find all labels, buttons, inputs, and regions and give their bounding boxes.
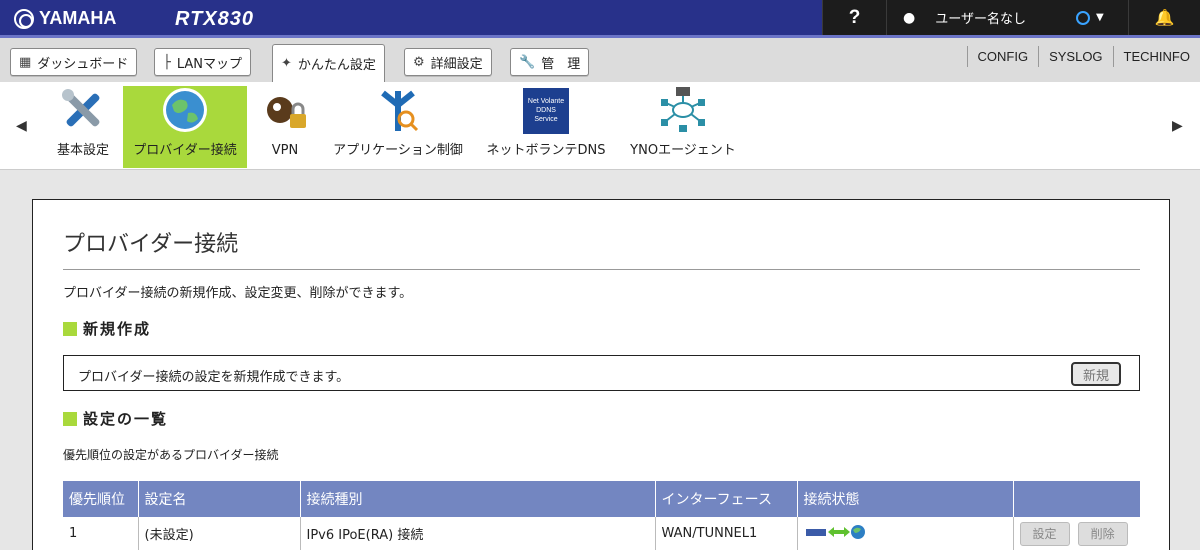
ddns-icon: Net Volante DDNS Service bbox=[516, 86, 576, 135]
submenu-label: ネットボランテDNS bbox=[486, 143, 606, 158]
user-name: ユーザー名なし bbox=[935, 12, 1026, 27]
tab-label: かんたん設定 bbox=[297, 58, 376, 73]
submenu-label: VPN bbox=[271, 143, 299, 158]
lan-map-icon: ├ bbox=[163, 54, 171, 70]
sub-menu: ◀ 基本設定 プロバイダー接続 VPN アプリケーション制御 Net Volan… bbox=[0, 82, 1200, 170]
column-header: 設定名 bbox=[138, 481, 301, 517]
provider-table: 優先順位 設定名 接続種別 インターフェース 接続状態 1 (未設定) IPv6… bbox=[63, 481, 1140, 550]
ddns-badge-line: Service bbox=[534, 116, 558, 123]
section-heading-list: 設定の一覧 bbox=[63, 408, 168, 429]
tab-label: LANマップ bbox=[176, 56, 242, 72]
submenu-label: アプリケーション制御 bbox=[333, 143, 463, 158]
delete-button[interactable]: 削除 bbox=[1077, 521, 1128, 546]
brand-logo: YAMAHA bbox=[14, 8, 116, 29]
ddns-badge-line: Net Volante bbox=[527, 98, 565, 105]
model-name: RTX830 bbox=[175, 8, 255, 30]
tab-advanced-settings[interactable]: ⚙ 詳細設定 bbox=[404, 48, 492, 76]
connected-status-icon bbox=[805, 524, 865, 539]
bell-icon[interactable]: 🔔 bbox=[1128, 0, 1200, 35]
dashboard-icon: ▦ bbox=[19, 54, 32, 70]
vpn-keys-icon bbox=[255, 86, 315, 139]
brand-name: YAMAHA bbox=[39, 8, 117, 28]
submenu-yno-agent[interactable]: YNOエージェント bbox=[625, 86, 741, 168]
table-header-row: 優先順位 設定名 接続種別 インターフェース 接続状態 bbox=[63, 481, 1140, 517]
cell-priority: 1 bbox=[63, 517, 139, 550]
edit-button[interactable]: 設定 bbox=[1019, 521, 1070, 546]
column-header: 接続状態 bbox=[797, 481, 1014, 517]
section-marker-icon bbox=[63, 411, 77, 426]
section-heading-text: 新規作成 bbox=[83, 320, 152, 338]
syslog-link[interactable]: SYSLOG bbox=[1038, 46, 1112, 67]
content-panel: プロバイダー接続 プロバイダー接続の新規作成、設定変更、削除ができます。 新規作… bbox=[32, 199, 1170, 550]
wand-icon: ✦ bbox=[281, 56, 292, 71]
submenu-netvolante-dns[interactable]: Net Volante DDNS Service ネットボランテDNS bbox=[482, 86, 610, 168]
table-row: 1 (未設定) IPv6 IPoE(RA) 接続 WAN/TUNNEL1 設定 … bbox=[63, 517, 1140, 550]
help-button[interactable]: ? bbox=[822, 0, 886, 35]
status-ring-icon bbox=[1075, 10, 1090, 25]
column-header: 優先順位 bbox=[63, 481, 139, 517]
column-header: インターフェース bbox=[655, 481, 798, 517]
submenu-provider-connection[interactable]: プロバイダー接続 bbox=[123, 86, 247, 168]
top-right-controls: ? ● ユーザー名なし ▼ 🔔 bbox=[822, 0, 1200, 35]
column-header bbox=[1013, 481, 1140, 517]
tab-dashboard[interactable]: ▦ ダッシュボード bbox=[10, 48, 138, 76]
section-marker-icon bbox=[63, 321, 77, 336]
submenu-label: 基本設定 bbox=[56, 143, 109, 158]
tab-lan-map[interactable]: ├ LANマップ bbox=[154, 48, 251, 76]
config-link[interactable]: CONFIG bbox=[966, 46, 1039, 67]
tools-icon bbox=[53, 85, 113, 135]
tab-label: 管 理 bbox=[541, 56, 581, 72]
new-create-text: プロバイダー接続の設定を新規作成できます。 bbox=[78, 370, 350, 385]
chevron-down-icon: ▼ bbox=[1095, 12, 1104, 23]
title-divider bbox=[63, 269, 1140, 270]
techinfo-link[interactable]: TECHINFO bbox=[1112, 46, 1200, 67]
gear-icon: ⚙ bbox=[413, 54, 425, 70]
new-create-box: プロバイダー接続の設定を新規作成できます。 新規 bbox=[63, 355, 1140, 391]
new-button[interactable]: 新規 bbox=[1071, 362, 1121, 386]
column-header: 接続種別 bbox=[300, 481, 656, 517]
main-tab-bar: ▦ ダッシュボード ├ LANマップ ✦ かんたん設定 ⚙ 詳細設定 🔧 管 理… bbox=[0, 38, 1200, 82]
submenu-label: プロバイダー接続 bbox=[133, 143, 237, 158]
ddns-badge-line: DDNS bbox=[536, 107, 556, 114]
list-description: 優先順位の設定があるプロバイダー接続 bbox=[63, 448, 279, 462]
section-heading-text: 設定の一覧 bbox=[83, 410, 169, 428]
top-bar: YAMAHA RTX830 ? ● ユーザー名なし ▼ 🔔 bbox=[0, 0, 1200, 38]
cell-status bbox=[797, 517, 1014, 550]
submenu-vpn[interactable]: VPN bbox=[255, 86, 315, 168]
scroll-right-icon[interactable]: ▶ bbox=[1172, 118, 1183, 134]
tab-label: 詳細設定 bbox=[430, 56, 483, 72]
cell-actions: 設定 削除 bbox=[1013, 517, 1140, 550]
submenu-label: YNOエージェント bbox=[630, 143, 736, 158]
user-menu[interactable]: ● ユーザー名なし ▼ bbox=[886, 0, 1128, 35]
page-description: プロバイダー接続の新規作成、設定変更、削除ができます。 bbox=[63, 286, 413, 301]
cell-interface: WAN/TUNNEL1 bbox=[655, 517, 798, 550]
app-control-icon bbox=[368, 85, 428, 135]
yamaha-logo-icon bbox=[14, 8, 34, 29]
wrench-icon: 🔧 bbox=[519, 54, 536, 70]
network-icon bbox=[653, 85, 713, 135]
utility-links: CONFIG SYSLOG TECHINFO bbox=[966, 46, 1200, 67]
section-heading-new: 新規作成 bbox=[63, 318, 151, 339]
scroll-left-icon[interactable]: ◀ bbox=[16, 118, 27, 134]
tab-label: ダッシュボード bbox=[37, 56, 129, 72]
cell-type: IPv6 IPoE(RA) 接続 bbox=[300, 517, 656, 550]
cell-name: (未設定) bbox=[138, 517, 301, 550]
globe-icon bbox=[155, 85, 215, 135]
tab-easy-setup[interactable]: ✦ かんたん設定 bbox=[272, 44, 385, 82]
submenu-basic-settings[interactable]: 基本設定 bbox=[46, 86, 120, 168]
tab-management[interactable]: 🔧 管 理 bbox=[510, 48, 590, 76]
user-icon: ● bbox=[903, 9, 916, 26]
page-title: プロバイダー接続 bbox=[63, 232, 239, 257]
submenu-application-control[interactable]: アプリケーション制御 bbox=[330, 86, 466, 168]
